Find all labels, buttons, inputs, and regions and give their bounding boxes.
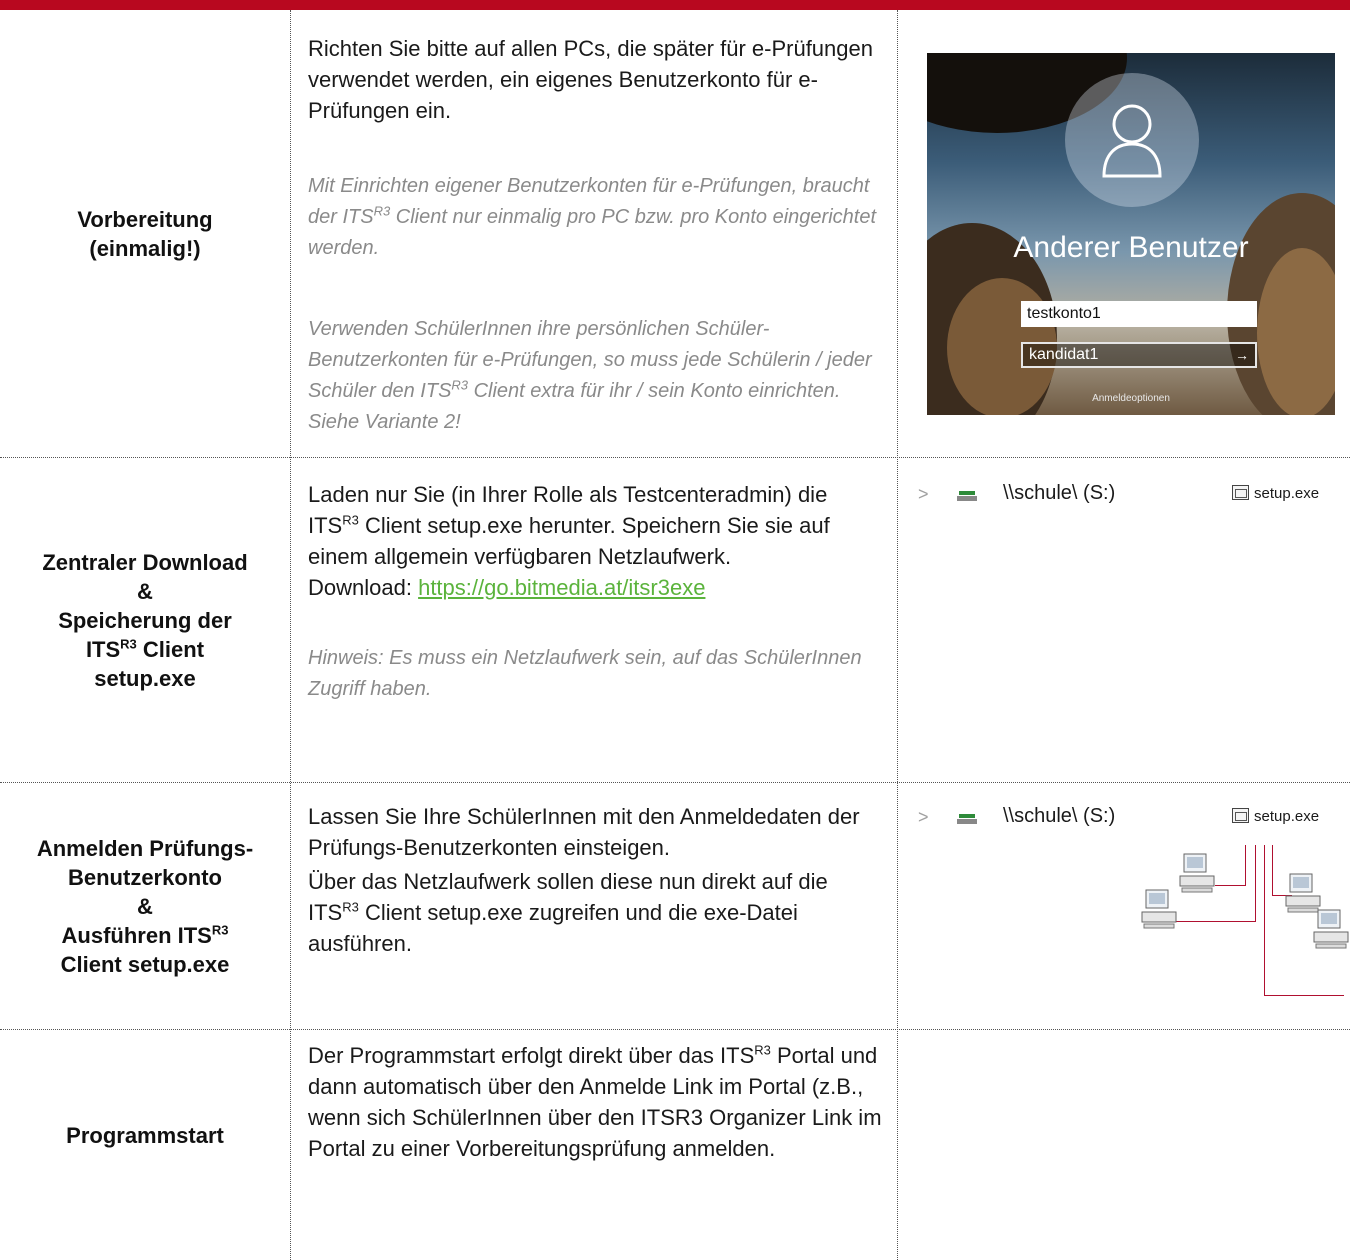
column-divider-1 [290, 10, 291, 1260]
label-line: Speicherung der [58, 607, 232, 633]
label-line: Ausführen ITSR3 [61, 922, 229, 948]
label-line: Programmstart [66, 1122, 224, 1148]
setup-file-label: setup.exe [1254, 485, 1320, 502]
label-line: (einmalig!) [89, 235, 201, 261]
note-2: Verwenden SchülerInnen ihre persönlichen… [308, 318, 872, 433]
expand-chevron-icon[interactable]: > [918, 484, 929, 505]
row-content-vorbereitung: Richten Sie bitte auf allen PCs, die spä… [308, 33, 882, 438]
setup-file-label: setup.exe [1254, 808, 1320, 825]
main-text: Laden nur Sie (in Ihrer Rolle als Testce… [308, 482, 830, 569]
label-line: Zentraler Download [42, 549, 248, 575]
label-line: Anmelden Prüfungs- [36, 835, 254, 861]
label-line: Benutzerkonto [68, 864, 222, 890]
user-avatar-icon [1065, 73, 1199, 207]
row-label-vorbereitung: Vorbereitung (einmalig!) [0, 10, 290, 457]
note-1: Mit Einrichten eigener Benutzerkonten fü… [308, 175, 877, 259]
setup-file-icon [1232, 485, 1249, 500]
setup-file-item[interactable]: setup.exe [1232, 485, 1319, 502]
main-text: Richten Sie bitte auf allen PCs, die spä… [308, 36, 873, 123]
network-drive-label[interactable]: \\schule\ (S:) [1003, 805, 1115, 828]
label-line: setup.exe [94, 665, 196, 691]
username-field[interactable]: testkonto1 [1021, 301, 1257, 327]
paragraph-1: Lassen Sie Ihre SchülerInnen mit den Anm… [308, 804, 860, 860]
header-accent-bar [0, 0, 1350, 10]
network-drive-icon [957, 814, 977, 824]
row-content-programmstart: Der Programmstart erfolgt direkt über da… [308, 1040, 882, 1164]
main-text: Der Programmstart erfolgt direkt über da… [308, 1042, 882, 1161]
setup-file-item[interactable]: setup.exe [1232, 808, 1319, 825]
network-drive-label[interactable]: \\schule\ (S:) [1003, 482, 1115, 505]
password-value: kandidat1 [1029, 346, 1099, 363]
setup-file-icon [1232, 808, 1249, 823]
row-content-anmelden: Lassen Sie Ihre SchülerInnen mit den Anm… [308, 801, 882, 959]
expand-chevron-icon[interactable]: > [918, 807, 929, 828]
label-line: Client setup.exe [60, 951, 230, 977]
network-drive-icon [957, 491, 977, 501]
login-user-name: Anderer Benutzer [1013, 231, 1249, 264]
login-options-link[interactable]: Anmeldeoptionen [927, 393, 1335, 404]
row-label-anmelden: Anmelden Prüfungs- Benutzerkonto & Ausfü… [0, 783, 290, 1029]
label-line: Vorbereitung [77, 206, 213, 232]
label-line: & [137, 578, 153, 604]
note: Hinweis: Es muss ein Netzlaufwerk sein, … [308, 647, 862, 700]
windows-login-screenshot: Anderer Benutzer testkonto1 kandidat1 → … [927, 53, 1335, 415]
download-line: Download: https://go.bitmedia.at/itsr3ex… [308, 575, 706, 600]
submit-arrow-icon[interactable]: → [1235, 344, 1249, 366]
row-label-download: Zentraler Download & Speicherung der ITS… [0, 458, 290, 782]
label-line: & [137, 893, 153, 919]
column-divider-2 [897, 10, 898, 1260]
paragraph-2: Über das Netzlaufwerk sollen diese nun d… [308, 869, 828, 956]
password-field[interactable]: kandidat1 → [1021, 342, 1257, 368]
download-link[interactable]: https://go.bitmedia.at/itsr3exe [418, 575, 705, 600]
row-label-programmstart: Programmstart [0, 1030, 290, 1260]
label-line: ITSR3 Client [85, 636, 205, 662]
row-content-download: Laden nur Sie (in Ihrer Rolle als Testce… [308, 479, 882, 705]
